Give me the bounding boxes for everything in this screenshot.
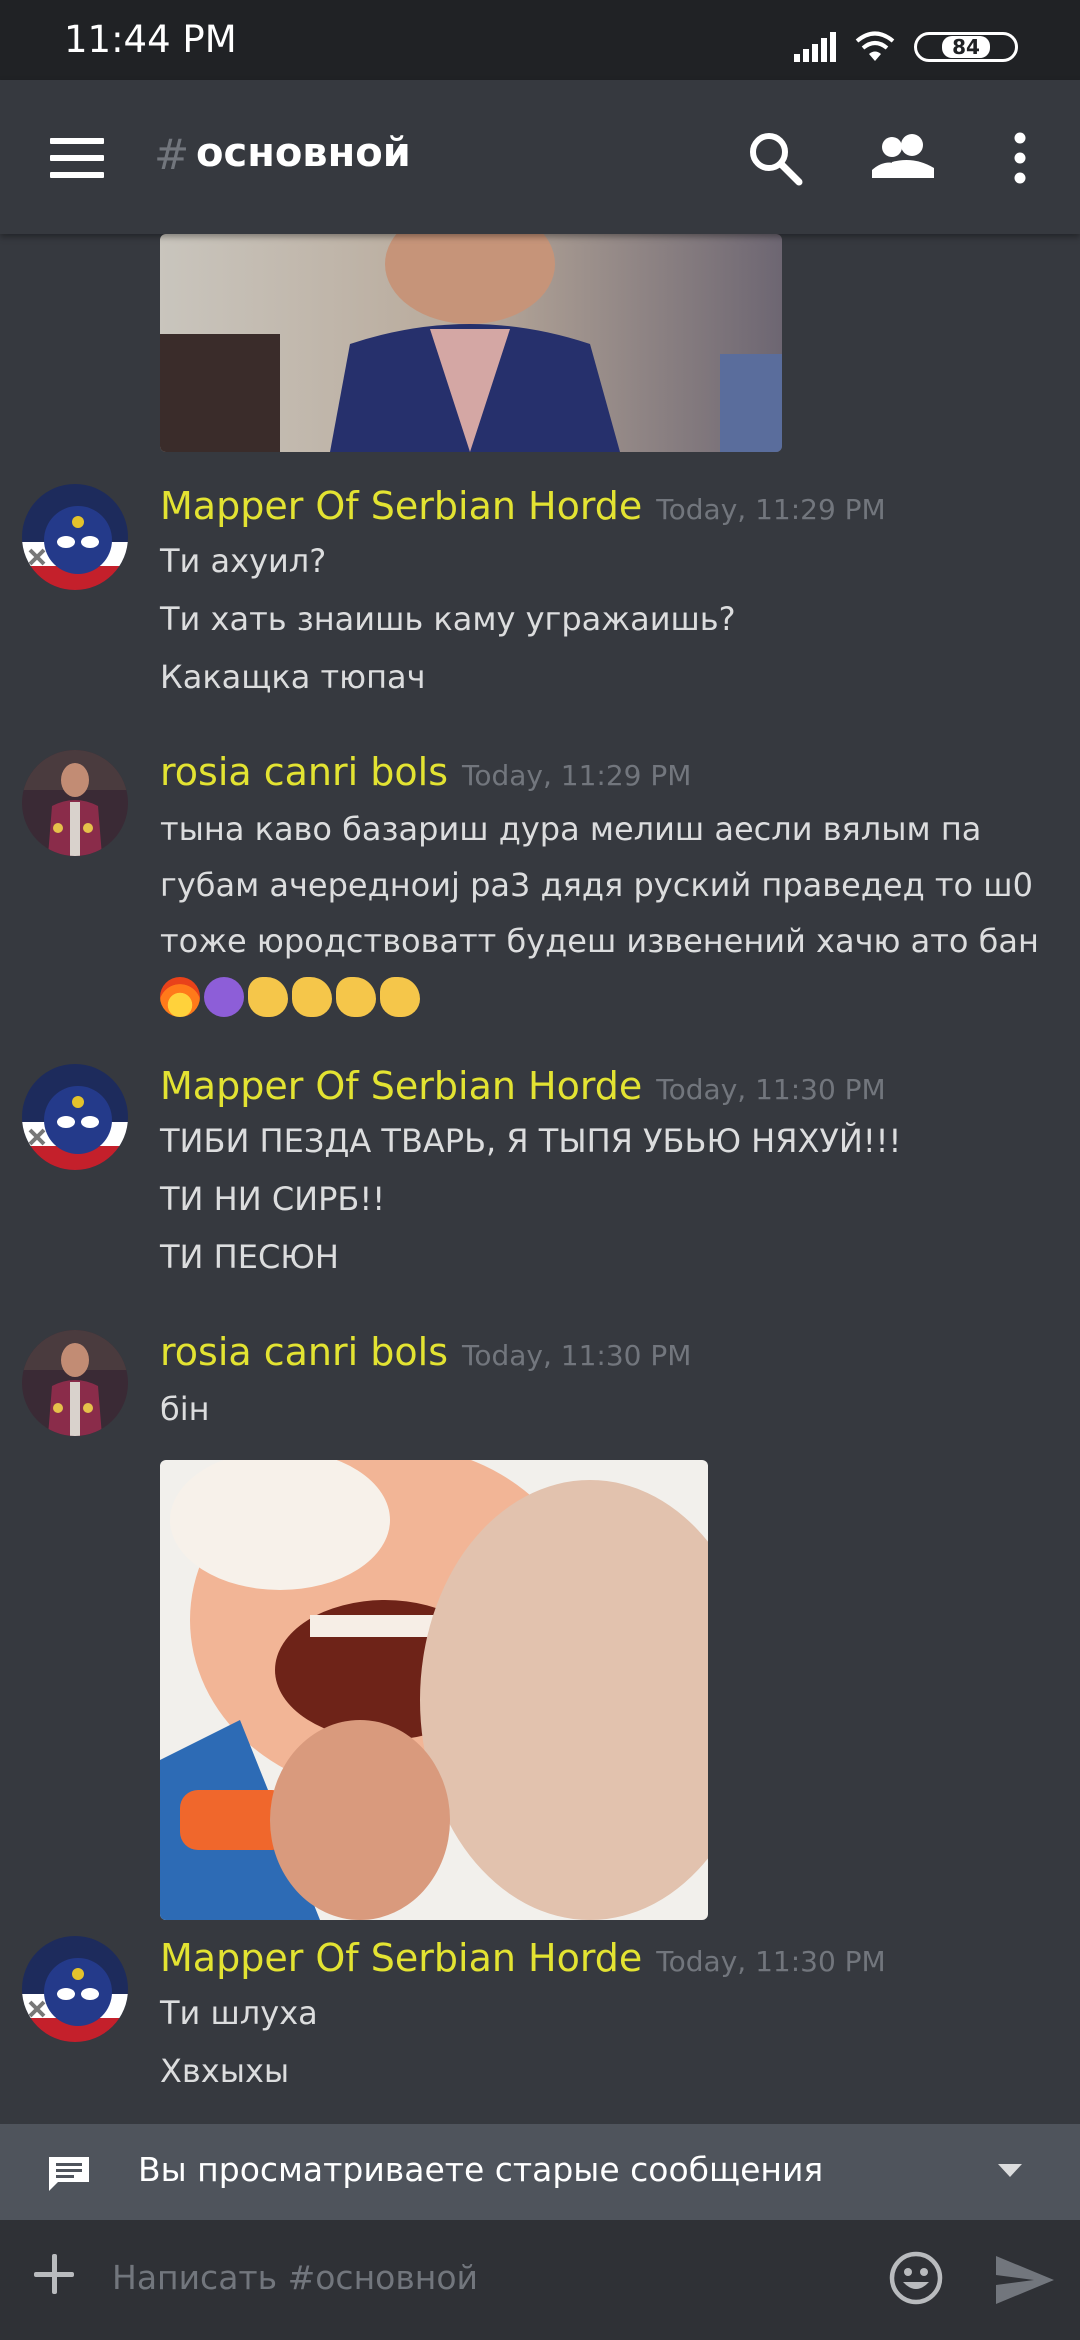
- message-text: ТИБИ ПЕЗДА ТВАРЬ, Я ТЫПЯ УБЬЮ НЯХУЙ!!!: [160, 1122, 902, 1160]
- avatar[interactable]: [22, 750, 128, 856]
- more-options-icon[interactable]: [1010, 132, 1030, 184]
- signal-icon: [794, 32, 836, 62]
- menu-icon[interactable]: [50, 138, 104, 178]
- status-icons: 84: [794, 30, 1018, 64]
- message-text: Ти ахуил?: [160, 542, 327, 580]
- image-attachment-top[interactable]: [160, 234, 782, 452]
- avatar[interactable]: [22, 1064, 128, 1170]
- avatar[interactable]: [22, 1936, 128, 2042]
- image-attachment[interactable]: [160, 1460, 708, 1920]
- message-author[interactable]: rosia canri bols: [160, 750, 448, 794]
- message-text: тоже юродствоватт будеш извенений хачю а…: [160, 922, 1039, 960]
- battery-icon: 84: [914, 32, 1018, 62]
- message-text: ТИ ПЕСЮН: [160, 1238, 339, 1276]
- message-timestamp: Today, 11:30 PM: [656, 1945, 886, 1978]
- avatar[interactable]: [22, 484, 128, 590]
- message-composer: [0, 2220, 1080, 2340]
- channel-hash-icon: #: [154, 130, 190, 179]
- add-attachment-icon[interactable]: [34, 2254, 74, 2294]
- emoji-row: [160, 976, 424, 1017]
- search-icon[interactable]: [745, 128, 805, 188]
- chat-bubble-icon: [49, 2157, 89, 2191]
- message-text: ТИ НИ СИРБ!!: [160, 1180, 386, 1218]
- message-list[interactable]: Mapper Of Serbian Horde Today, 11:29 PM Т…: [0, 234, 1080, 2124]
- send-icon[interactable]: [994, 2254, 1056, 2306]
- message-text: Какащка тюпач: [160, 658, 426, 696]
- battery-level: 84: [942, 36, 990, 58]
- call-me-hand-icon: [380, 977, 420, 1017]
- chevron-down-icon[interactable]: [998, 2164, 1022, 2177]
- message-author[interactable]: Mapper Of Serbian Horde: [160, 1936, 642, 1980]
- channel-header: # основной: [0, 80, 1080, 234]
- message-timestamp: Today, 11:29 PM: [462, 759, 692, 792]
- message-text: тына каво базариш дура мелиш аесли вялым…: [160, 810, 982, 848]
- message-timestamp: Today, 11:30 PM: [462, 1339, 692, 1372]
- message-timestamp: Today, 11:29 PM: [656, 493, 886, 526]
- old-messages-label: Вы просматриваете старые сообщения: [138, 2150, 824, 2189]
- call-me-hand-icon: [336, 977, 376, 1017]
- message-text: Хвхыхы: [160, 2052, 290, 2090]
- jump-to-present-bar[interactable]: Вы просматриваете старые сообщения: [0, 2124, 1080, 2220]
- fire-icon: [160, 977, 200, 1017]
- message-text: Ти хать знаишь каму угражаишь?: [160, 600, 736, 638]
- emoji-picker-icon[interactable]: [888, 2250, 944, 2306]
- message-author[interactable]: Mapper Of Serbian Horde: [160, 1064, 642, 1108]
- message-author[interactable]: Mapper Of Serbian Horde: [160, 484, 642, 528]
- message-input[interactable]: [110, 2248, 874, 2306]
- message-timestamp: Today, 11:30 PM: [656, 1073, 886, 1106]
- message-author[interactable]: rosia canri bols: [160, 1330, 448, 1374]
- call-me-hand-icon: [248, 977, 288, 1017]
- status-time: 11:44 PM: [64, 18, 237, 61]
- smiling-imp-icon: [204, 977, 244, 1017]
- message-text: губам ачередноиј ра3 дядя руский праведе…: [160, 866, 1033, 904]
- message-text: Ти шлуха: [160, 1994, 318, 2032]
- channel-title: основной: [196, 130, 411, 176]
- status-bar: 11:44 PM 84: [0, 0, 1080, 80]
- call-me-hand-icon: [292, 977, 332, 1017]
- members-icon[interactable]: [870, 132, 936, 182]
- wifi-icon: [855, 31, 895, 61]
- avatar[interactable]: [22, 1330, 128, 1436]
- message-text: бін: [160, 1390, 210, 1428]
